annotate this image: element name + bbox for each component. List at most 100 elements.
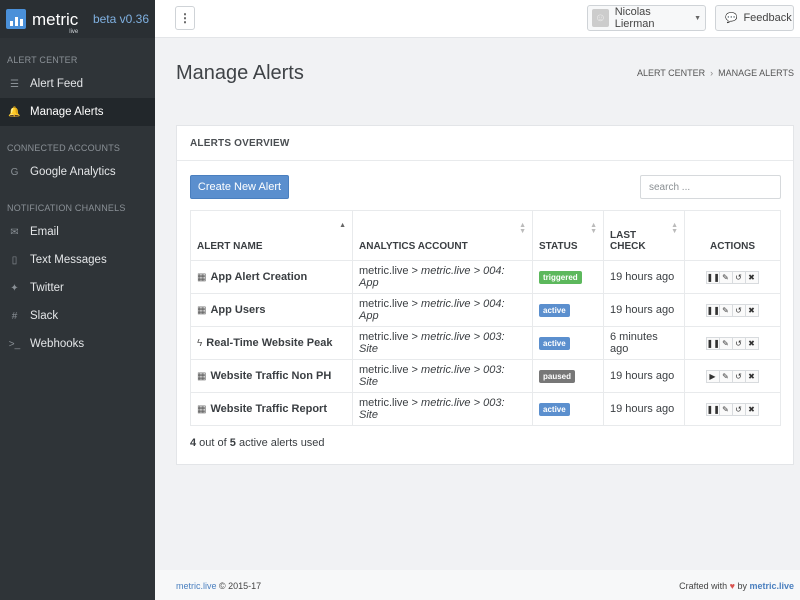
table-row: ϟ Real-Time Website Peak metric.live > me… — [190, 326, 781, 360]
table-row: ▦ App Alert Creation metric.live > metric… — [190, 260, 781, 294]
delete-button[interactable]: ✖ — [744, 402, 759, 416]
sidebar-item-email[interactable]: ✉ Email — [0, 218, 155, 246]
alert-name: Website Traffic Report — [210, 403, 327, 415]
footer-by: by — [734, 581, 750, 591]
breadcrumb-separator: › — [710, 68, 714, 78]
col-alert-name[interactable]: ▲ ALERT NAME — [190, 210, 353, 261]
alert-name-cell[interactable]: ▦ App Alert Creation — [190, 260, 353, 294]
footer-credit-link[interactable]: metric.live — [749, 581, 794, 591]
delete-button[interactable]: ✖ — [744, 369, 759, 383]
last-check-cell: 6 minutes ago — [603, 326, 685, 360]
status-badge: active — [539, 336, 570, 350]
edit-button[interactable]: ✎ — [718, 369, 733, 383]
status-badge: paused — [539, 369, 576, 383]
sidebar-item-google-analytics[interactable]: G Google Analytics — [0, 158, 155, 186]
delete-button[interactable]: ✖ — [744, 270, 759, 284]
brand-name-text: metric — [32, 9, 79, 29]
usage-suffix: active alerts used — [235, 437, 325, 449]
footer-home-link[interactable]: metric.live — [176, 581, 217, 591]
table-row: ▦ Website Traffic Non PH metric.live > me… — [190, 359, 781, 393]
sidebar-section-title: CONNECTED ACCOUNTS — [7, 143, 121, 153]
history-button[interactable]: ↺ — [731, 369, 746, 383]
pause-button[interactable]: ❚❚ — [705, 270, 720, 284]
actions-cell: ❚❚ ✎ ↺ ✖ — [684, 260, 781, 294]
sidebar: metric live beta v0.36 ALERT CENTER ☰ Aler… — [0, 0, 155, 600]
play-button[interactable]: ▶ — [705, 369, 720, 383]
status-badge: active — [539, 303, 570, 317]
alerts-overview-panel: ALERTS OVERVIEW Create New Alert ▲ ALERT … — [176, 125, 794, 465]
calendar-icon: ▦ — [197, 305, 207, 316]
pause-button[interactable]: ❚❚ — [705, 336, 720, 350]
edit-button[interactable]: ✎ — [718, 402, 733, 416]
twitter-icon: ✦ — [10, 282, 19, 294]
edit-button[interactable]: ✎ — [718, 303, 733, 317]
alert-name-cell[interactable]: ϟ Real-Time Website Peak — [190, 326, 353, 360]
status-cell: active — [532, 293, 604, 327]
account-root: metric.live > — [359, 298, 422, 310]
col-analytics-account[interactable]: ▲ ▼ ANALYTICS ACCOUNT — [352, 210, 533, 261]
table-row: ▦ Website Traffic Report metric.live > me… — [190, 392, 781, 426]
vertical-dots-icon: ⋮ — [179, 11, 191, 25]
delete-button[interactable]: ✖ — [744, 303, 759, 317]
page-title: Manage Alerts — [176, 62, 304, 84]
sidebar-item-label: Webhooks — [30, 338, 85, 350]
sidebar-item-alert-feed[interactable]: ☰ Alert Feed — [0, 70, 155, 98]
col-status[interactable]: ▲ ▼ STATUS — [532, 210, 604, 261]
alert-name-cell[interactable]: ▦ Website Traffic Report — [190, 392, 353, 426]
alert-name-cell[interactable]: ▦ App Users — [190, 293, 353, 327]
sort-asc-icon: ▲ — [339, 222, 346, 229]
history-button[interactable]: ↺ — [731, 270, 746, 284]
last-check-cell: 19 hours ago — [603, 260, 685, 294]
pause-button[interactable]: ❚❚ — [705, 303, 720, 317]
alert-name: App Users — [210, 304, 266, 316]
sidebar-item-slack[interactable]: # Slack — [0, 302, 155, 330]
sidebar-nav: ALERT CENTER ☰ Alert Feed 🔔 Manage Alerts CON… — [0, 38, 155, 358]
alerts-table: ▲ ALERT NAME ▲ ▼ ANALYTICS ACCOUNT ▲ ▼ STATUS… — [190, 210, 781, 426]
phone-icon: ▯ — [11, 254, 18, 266]
status-cell: active — [532, 392, 604, 426]
sidebar-item-webhooks[interactable]: >_ Webhooks — [0, 330, 155, 358]
sidebar-item-text-messages[interactable]: ▯ Text Messages — [0, 246, 155, 274]
sidebar-item-manage-alerts[interactable]: 🔔 Manage Alerts — [0, 98, 155, 126]
col-alert-name-label: ALERT NAME — [197, 241, 263, 252]
alert-name-cell[interactable]: ▦ Website Traffic Non PH — [190, 359, 353, 393]
alert-name: Website Traffic Non PH — [210, 370, 332, 382]
account-cell: metric.live > metric.live > 004: App — [352, 260, 533, 294]
brand[interactable]: metric live beta v0.36 — [0, 0, 155, 38]
col-last-check-label: LAST CHECK — [610, 230, 646, 252]
account-root: metric.live > — [359, 397, 422, 409]
history-button[interactable]: ↺ — [731, 303, 746, 317]
edit-button[interactable]: ✎ — [718, 336, 733, 350]
sidebar-item-label: Email — [30, 226, 59, 238]
calendar-icon: ▦ — [197, 404, 207, 415]
status-badge: active — [539, 402, 570, 416]
edit-button[interactable]: ✎ — [718, 270, 733, 284]
create-new-alert-button[interactable]: Create New Alert — [190, 175, 289, 199]
sidebar-item-label: Google Analytics — [30, 166, 116, 178]
actions-cell: ▶ ✎ ↺ ✖ — [684, 359, 781, 393]
user-name: Nicolas Lierman — [614, 6, 655, 30]
search-input[interactable] — [640, 175, 781, 199]
sort-icon: ▲ ▼ — [671, 222, 678, 235]
feedback-button[interactable]: 💬 Feedback — [715, 5, 794, 31]
comment-icon: 💬 — [725, 12, 738, 24]
footer-left: metric.live © 2015-17 — [176, 581, 261, 591]
col-last-check[interactable]: ▲ ▼ LAST CHECK — [603, 210, 685, 261]
sidebar-section-title: NOTIFICATION CHANNELS — [7, 203, 126, 213]
sidebar-item-label: Manage Alerts — [30, 106, 104, 118]
menu-toggle-button[interactable]: ⋮ — [175, 6, 195, 30]
caret-down-icon: ▼ — [694, 14, 701, 22]
history-button[interactable]: ↺ — [731, 336, 746, 350]
last-check-cell: 19 hours ago — [603, 392, 685, 426]
delete-button[interactable]: ✖ — [744, 336, 759, 350]
footer: metric.live © 2015-17 Crafted with ♥ by … — [155, 570, 800, 600]
user-menu-button[interactable]: ☺ Nicolas Lierman ▼ — [587, 5, 706, 31]
pause-button[interactable]: ❚❚ — [705, 402, 720, 416]
metric-logo-icon — [6, 9, 26, 29]
col-analytics-account-label: ANALYTICS ACCOUNT — [359, 241, 468, 252]
breadcrumb-alert-center[interactable]: ALERT CENTER — [637, 68, 705, 78]
calendar-icon: ▦ — [197, 272, 207, 283]
sidebar-item-twitter[interactable]: ✦ Twitter — [0, 274, 155, 302]
history-button[interactable]: ↺ — [731, 402, 746, 416]
col-actions: ACTIONS — [684, 210, 781, 261]
